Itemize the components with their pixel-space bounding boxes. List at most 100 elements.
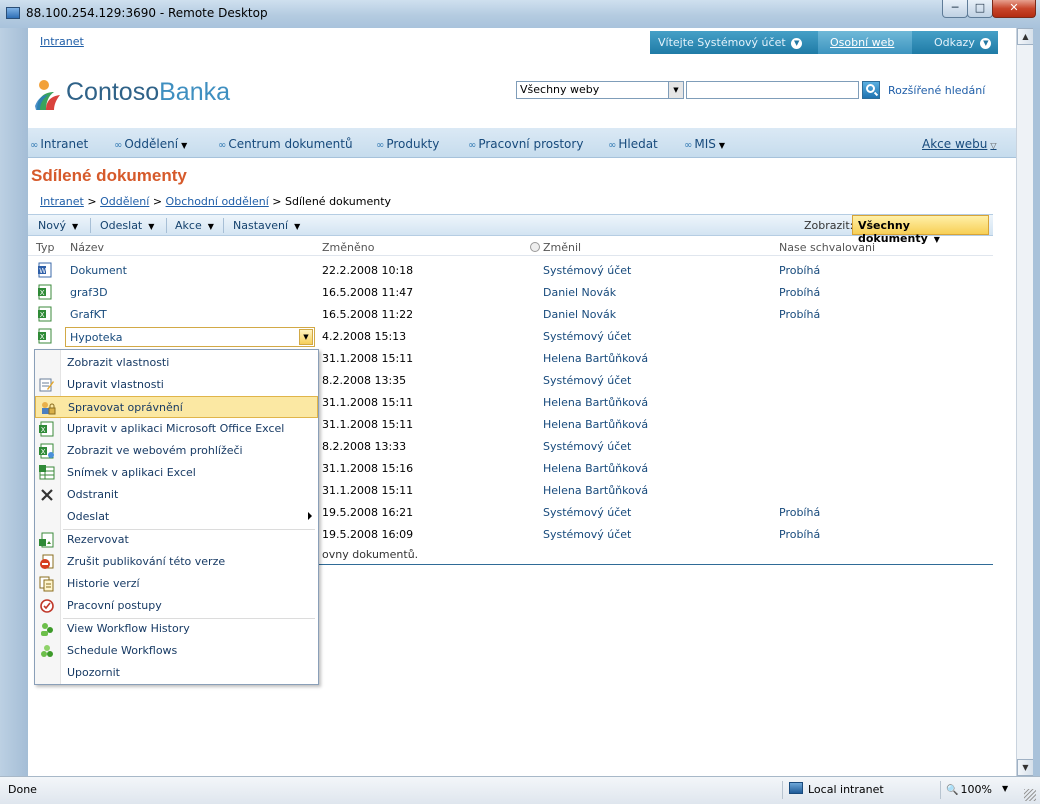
nav-item-mis[interactable]: ∞ MIS ▼ <box>684 137 725 151</box>
nav-link-icon: ∞ <box>608 140 617 151</box>
svg-text:X: X <box>41 426 46 434</box>
modified-by-link[interactable]: Systémový účet <box>543 374 631 387</box>
menu-item-snapshot-excel[interactable]: Snímek v aplikaci Excel <box>35 462 318 484</box>
word-doc-icon: W <box>38 262 52 278</box>
document-name-link[interactable]: graf3D <box>70 286 108 299</box>
window-titlebar: 88.100.254.129:3690 - Remote Desktop ─ □… <box>0 0 1040 28</box>
modified-by-link[interactable]: Daniel Novák <box>543 308 616 321</box>
menu-item-edit-in-excel[interactable]: X Upravit v aplikaci Microsoft Office Ex… <box>35 418 318 440</box>
schedule-workflows-icon <box>41 645 53 657</box>
list-bottom-divider <box>318 564 993 565</box>
modified-by-link[interactable]: Systémový účet <box>543 440 631 453</box>
view-selector[interactable]: Všechny dokumenty ▼ <box>852 215 989 245</box>
nav-item-workspaces[interactable]: ∞ Pracovní prostory <box>468 137 583 151</box>
chevron-down-icon[interactable]: ▼ <box>299 329 313 345</box>
menu-item-check-out[interactable]: Rezervovat <box>35 529 318 551</box>
modified-date: 8.2.2008 13:35 <box>322 374 407 387</box>
breadcrumb-intranet[interactable]: Intranet <box>40 195 84 208</box>
approval-status-link[interactable]: Probíhá <box>779 286 820 299</box>
edit-properties-icon <box>39 378 54 392</box>
modified-by-link[interactable]: Systémový účet <box>543 330 631 343</box>
scroll-up-icon[interactable]: ▲ <box>1017 28 1034 45</box>
column-header-modified-by[interactable]: Změnil <box>530 241 581 254</box>
column-header-type[interactable]: Typ <box>36 241 55 254</box>
workflows-icon <box>40 599 54 613</box>
my-site-link[interactable]: Osobní web <box>830 36 894 49</box>
modified-by-link[interactable]: Helena Bartůňková <box>543 396 648 409</box>
menu-item-view-in-browser[interactable]: X Zobrazit ve webovém prohlížeči <box>35 440 318 462</box>
modified-by-link[interactable]: Systémový účet <box>543 528 631 541</box>
modified-by-link[interactable]: Systémový účet <box>543 264 631 277</box>
intranet-zone-icon <box>789 782 803 794</box>
minimize-button[interactable]: ─ <box>942 0 968 18</box>
modified-date: 31.1.2008 15:11 <box>322 352 414 365</box>
security-zone-label[interactable]: Local intranet <box>808 783 884 796</box>
nav-item-label: Intranet <box>40 137 89 151</box>
approval-status-link[interactable]: Probíhá <box>779 528 820 541</box>
intranet-home-link[interactable]: Intranet <box>40 35 84 48</box>
menu-item-delete[interactable]: Odstranit <box>35 484 318 506</box>
modified-by-link[interactable]: Systémový účet <box>543 506 631 519</box>
actions-menu[interactable]: Akce ▼ <box>175 219 214 232</box>
nav-item-search[interactable]: ∞ Hledat <box>608 137 658 151</box>
chevron-down-icon: ▼ <box>294 222 301 231</box>
modified-date: 31.1.2008 15:11 <box>322 484 414 497</box>
upload-menu[interactable]: Odeslat ▼ <box>100 219 154 232</box>
contoso-logo[interactable]: ContosoBanka <box>34 76 234 116</box>
links-menu[interactable]: Odkazy ▼ <box>934 36 992 49</box>
vertical-scrollbar[interactable]: ▲ ▼ <box>1016 28 1034 776</box>
menu-item-manage-permissions[interactable]: Spravovat oprávnění <box>35 396 318 418</box>
modified-by-link[interactable]: Daniel Novák <box>543 286 616 299</box>
menu-item-edit-properties[interactable]: Upravit vlastnosti <box>35 374 318 396</box>
modified-date: 16.5.2008 11:22 <box>322 308 414 321</box>
selected-item-ecb[interactable]: Hypoteka ▼ <box>65 327 315 347</box>
menu-item-send-to[interactable]: Odeslat <box>35 506 318 528</box>
search-input[interactable] <box>686 81 859 99</box>
nav-item-oddeleni[interactable]: ∞ Oddělení ▼ <box>114 137 187 151</box>
column-header-approval[interactable]: Nase schvalovani <box>779 241 875 254</box>
modified-date: 4.2.2008 15:13 <box>322 330 407 343</box>
menu-item-version-history[interactable]: Historie verzí <box>35 573 318 595</box>
approval-status-link[interactable]: Probíhá <box>779 308 820 321</box>
scroll-down-icon[interactable]: ▼ <box>1017 759 1034 776</box>
site-actions-menu[interactable]: Akce webu ▽ <box>922 137 997 151</box>
maximize-button[interactable]: □ <box>967 0 993 18</box>
settings-menu[interactable]: Nastavení ▼ <box>233 219 300 232</box>
column-header-name[interactable]: Název <box>70 241 104 254</box>
nav-item-products[interactable]: ∞ Produkty <box>376 137 439 151</box>
document-name-link[interactable]: Dokument <box>70 264 127 277</box>
advanced-search-link[interactable]: Rozšířené hledání <box>888 84 985 97</box>
close-button[interactable]: ✕ <box>992 0 1036 18</box>
chevron-down-icon: ▼ <box>668 82 683 98</box>
welcome-menu[interactable]: Vítejte Systémový účet ▼ <box>658 36 803 49</box>
search-icon-handle <box>873 91 879 97</box>
menu-item-schedule-workflows[interactable]: Schedule Workflows <box>35 640 318 662</box>
search-scope-select[interactable]: Všechny weby ▼ <box>516 81 684 99</box>
breadcrumb-sales[interactable]: Obchodní oddělení <box>166 195 269 208</box>
nav-item-intranet[interactable]: ∞ Intranet <box>30 137 88 151</box>
selected-item-name[interactable]: Hypoteka <box>70 331 123 344</box>
chevron-down-icon: ▼ <box>933 235 940 244</box>
chevron-down-icon[interactable]: ▼ <box>1002 784 1008 793</box>
modified-by-link[interactable]: Helena Bartůňková <box>543 418 648 431</box>
approval-status-link[interactable]: Probíhá <box>779 506 820 519</box>
nav-item-document-center[interactable]: ∞ Centrum dokumentů <box>218 137 353 151</box>
version-history-icon <box>39 576 54 592</box>
menu-item-view-workflow-history[interactable]: View Workflow History <box>35 618 318 640</box>
menu-item-workflows[interactable]: Pracovní postupy <box>35 595 318 617</box>
modified-by-link[interactable]: Helena Bartůňková <box>543 352 648 365</box>
column-header-modified[interactable]: Změněno <box>322 241 374 254</box>
menu-item-unpublish-version[interactable]: Zrušit publikování této verze <box>35 551 318 573</box>
resize-grip-icon[interactable] <box>1024 789 1036 801</box>
modified-date: 31.1.2008 15:16 <box>322 462 414 475</box>
modified-by-link[interactable]: Helena Bartůňková <box>543 484 648 497</box>
breadcrumb-oddeleni[interactable]: Oddělení <box>100 195 149 208</box>
modified-by-link[interactable]: Helena Bartůňková <box>543 462 648 475</box>
menu-item-view-properties[interactable]: Zobrazit vlastnosti <box>35 352 318 374</box>
document-name-link[interactable]: GrafKT <box>70 308 107 321</box>
approval-status-link[interactable]: Probíhá <box>779 264 820 277</box>
zoom-level[interactable]: 🔍 100% <box>946 783 992 796</box>
menu-item-alert-me[interactable]: Upozornit <box>35 662 318 684</box>
new-menu[interactable]: Nový ▼ <box>38 219 78 232</box>
search-button[interactable] <box>862 81 880 99</box>
